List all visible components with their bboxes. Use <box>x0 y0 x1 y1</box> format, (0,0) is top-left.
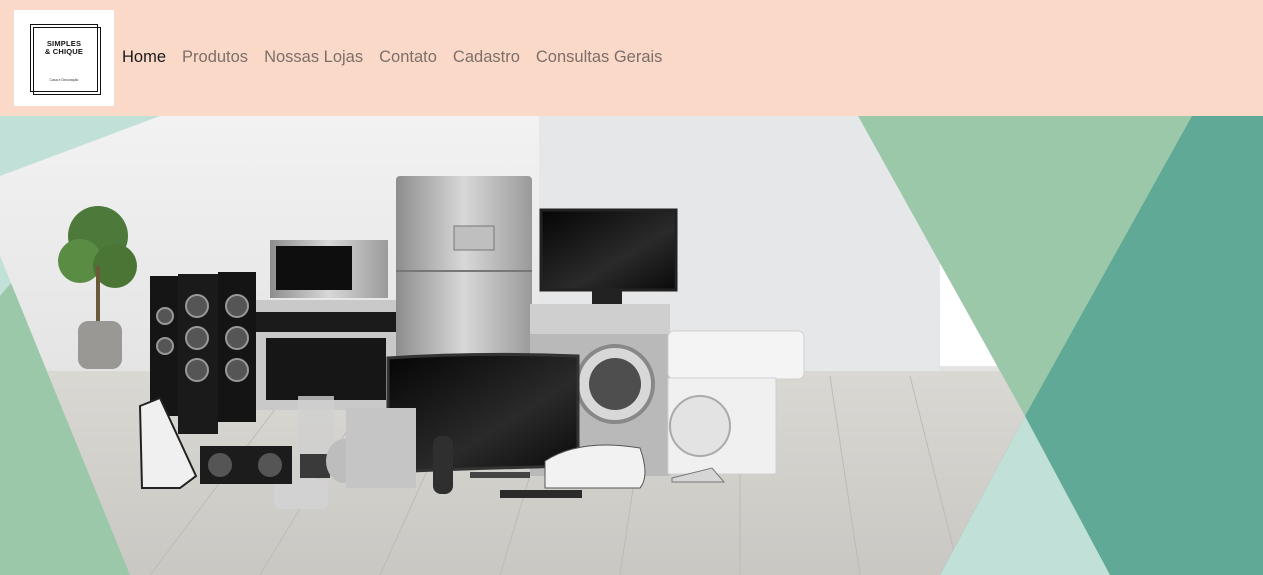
hero-image <box>0 116 1263 575</box>
nav-item-nossas-lojas[interactable]: Nossas Lojas <box>256 46 371 68</box>
nav-item-contato[interactable]: Contato <box>371 46 445 68</box>
logo-line-1: SIMPLES <box>46 39 82 48</box>
navbar: SIMPLES & CHIQUE Casa e Decoração Home P… <box>0 0 1263 116</box>
nav-item-cadastro[interactable]: Cadastro <box>445 46 528 68</box>
logo-line-2: & CHIQUE <box>44 47 84 56</box>
nav-item-home[interactable]: Home <box>114 46 174 68</box>
main-nav: Home Produtos Nossas Lojas Contato Cadas… <box>114 46 670 68</box>
logo-tagline: Casa e Decoração <box>49 78 79 82</box>
nav-item-consultas-gerais[interactable]: Consultas Gerais <box>528 46 671 68</box>
nav-item-produtos[interactable]: Produtos <box>174 46 256 68</box>
logo-frame: SIMPLES & CHIQUE Casa e Decoração <box>30 24 101 95</box>
brand-logo[interactable]: SIMPLES & CHIQUE Casa e Decoração <box>14 10 114 106</box>
logo-title: SIMPLES & CHIQUE <box>31 40 97 56</box>
hero-banner <box>0 116 1263 575</box>
